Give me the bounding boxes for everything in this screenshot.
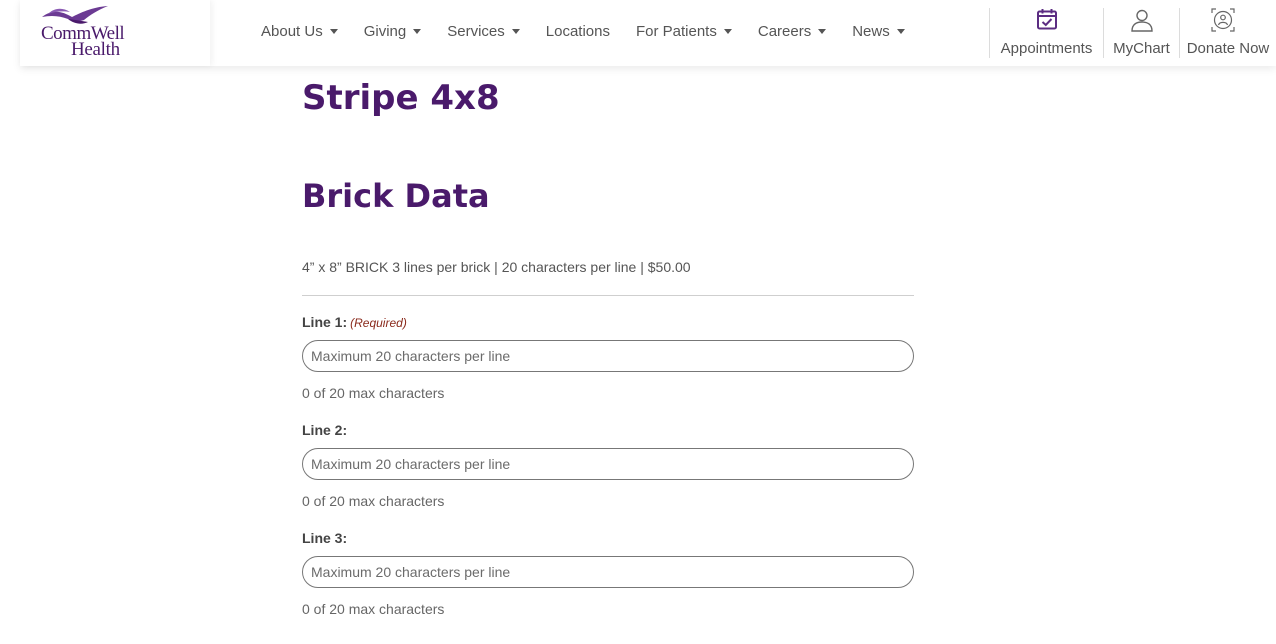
line-1-char-counter: 0 of 20 max characters [302,385,445,401]
logo-area: CommWell Health [20,0,210,66]
commwell-health-logo[interactable]: CommWell Health [40,5,126,61]
mychart-link[interactable]: MyChart [1103,8,1179,58]
site-header: CommWell Health About Us Giving Services… [20,0,1276,66]
nav-label: For Patients [635,22,717,40]
line-2-label: Line 2: [302,422,347,438]
nav-item-about-us[interactable]: About Us [261,23,338,40]
caret-down-icon [511,29,520,34]
nav-label: Giving [363,22,407,40]
caret-down-icon [896,29,905,34]
nav-label: Services [447,22,505,40]
nav-item-services[interactable]: Services [447,23,520,40]
donate-now-label: Donate Now [1186,40,1270,57]
calendar-check-icon [1037,9,1057,30]
caret-down-icon [413,29,422,34]
mychart-label: MyChart [1113,40,1170,57]
donate-icon [1211,8,1235,32]
appointments-link[interactable]: Appointments [989,8,1103,58]
line-1-input[interactable] [302,340,914,372]
brick-description: 4” x 8” BRICK 3 lines per brick | 20 cha… [302,259,691,275]
page-title: Stripe 4x8 [302,78,500,118]
caret-down-icon [329,29,338,34]
section-title: Brick Data [302,177,490,215]
line-2-input[interactable] [302,448,914,480]
line-3-input[interactable] [302,556,914,588]
caret-down-icon [723,29,732,34]
nav-item-giving[interactable]: Giving [364,23,422,40]
divider [302,295,914,296]
line-3-label-text: Line 3: [302,530,348,546]
nav-label: Careers [757,22,812,40]
nav-item-news[interactable]: News [852,23,905,40]
nav-item-locations[interactable]: Locations [546,23,610,40]
main-nav: About Us Giving Services Locations For P… [261,21,931,41]
donate-now-link[interactable]: Donate Now [1179,8,1276,58]
nav-label: Locations [545,22,610,40]
nav-item-careers[interactable]: Careers [757,22,827,40]
user-icon [1131,9,1153,32]
line-2-label-text: Line 2: [302,422,348,438]
line-3-label: Line 3: [302,530,347,546]
nav-label: News [852,22,890,40]
line-1-label-text: Line 1: [302,314,348,330]
line-3-char-counter: 0 of 20 max characters [302,601,445,617]
line-2-char-counter: 0 of 20 max characters [302,493,445,509]
nav-label: About Us [261,22,323,40]
line-1-label: Line 1: (Required) [302,314,407,330]
nav-item-for-patients[interactable]: For Patients [636,23,732,40]
logo-text-line2: Health [71,39,120,60]
appointments-label: Appointments [1000,40,1093,57]
caret-down-icon [818,29,827,34]
required-indicator: (Required) [350,316,407,330]
